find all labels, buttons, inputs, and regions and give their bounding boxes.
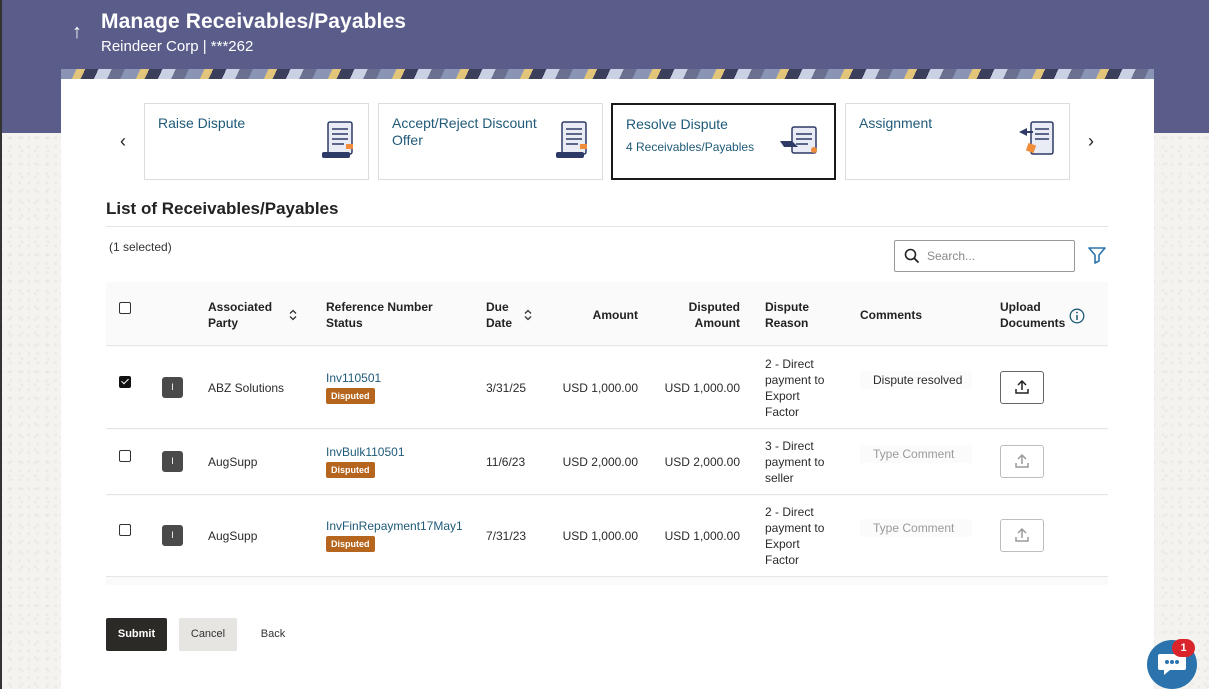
column-header-amount: Amount [592, 308, 638, 322]
card-title: Raise Dispute [158, 115, 246, 131]
cancel-button[interactable]: Cancel [179, 618, 237, 651]
card-title: Resolve Dispute [626, 116, 728, 132]
reference-number-link[interactable]: InvFinRepayment17May1 [326, 519, 463, 533]
status-badge: Disputed [326, 462, 375, 478]
upload-button[interactable] [1000, 371, 1044, 404]
avatar: I [162, 451, 183, 472]
status-badge: Disputed [326, 536, 375, 552]
window-edge [0, 0, 2, 689]
card-title: Accept/Reject Discount Offer [392, 115, 537, 148]
receivables-table: Associated Party Reference Number Status… [106, 282, 1108, 585]
page-subtitle: Reindeer Corp | ***262 [101, 38, 254, 55]
selected-count: (1 selected) [109, 240, 172, 254]
card-title: Assignment [859, 115, 933, 131]
search-icon [904, 248, 920, 264]
back-button[interactable]: Back [250, 618, 296, 651]
upload-icon [1015, 453, 1029, 468]
disputed-amount: USD 1,000.00 [664, 529, 740, 543]
column-header-disputed-amount: Disputed Amount [688, 300, 740, 330]
decorative-banner-strip [61, 69, 1154, 79]
due-date: 3/31/25 [486, 381, 527, 395]
avatar: I [162, 377, 183, 398]
disputed-amount: USD 2,000.00 [664, 455, 740, 469]
filter-icon[interactable] [1087, 246, 1107, 264]
document-list-icon [322, 121, 353, 158]
associated-party: ABZ Solutions [208, 381, 285, 395]
amount: USD 2,000.00 [562, 455, 638, 469]
dispute-reason: 2 - Direct payment to Export Factor [765, 357, 825, 419]
dispute-reason: 3 - Direct payment to seller [765, 439, 825, 485]
amount: USD 1,000.00 [562, 529, 638, 543]
card-resolve-dispute[interactable]: Resolve Dispute 4 Receivables/Payables [611, 103, 836, 180]
document-transfer-icon [1019, 121, 1054, 155]
select-all-checkbox[interactable] [119, 302, 131, 314]
avatar: I [162, 525, 183, 546]
search-box[interactable] [894, 240, 1075, 272]
search-input[interactable] [927, 246, 1067, 266]
disputed-amount: USD 1,000.00 [664, 381, 740, 395]
carousel-next-chevron-icon[interactable]: › [1081, 131, 1101, 151]
dispute-reason: 2 - Direct payment to Export Factor [765, 505, 825, 567]
comment-input[interactable] [860, 445, 972, 463]
chat-notification-badge: 1 [1172, 639, 1195, 657]
document-hand-icon [780, 126, 817, 154]
sort-icon[interactable] [524, 309, 532, 321]
comment-input[interactable] [860, 371, 972, 389]
column-header-associated-party[interactable]: Associated Party [208, 299, 278, 331]
reference-number-link[interactable]: Inv110501 [326, 371, 381, 385]
column-header-reference-number-status: Reference Number Status [326, 300, 433, 330]
sort-icon[interactable] [289, 309, 297, 321]
card-raise-dispute[interactable]: Raise Dispute [144, 103, 369, 180]
column-header-due-date[interactable]: Due Date [486, 299, 520, 331]
table-row: I AugSupp InvBulk110501 Disputed 11/6/23… [106, 430, 1108, 495]
divider [106, 226, 1108, 227]
column-header-comments: Comments [860, 308, 923, 322]
row-checkbox[interactable] [119, 450, 131, 462]
associated-party: AugSupp [208, 529, 258, 543]
row-checkbox[interactable] [119, 524, 131, 536]
card-accept-reject-discount-offer[interactable]: Accept/Reject Discount Offer [378, 103, 603, 180]
list-title: List of Receivables/Payables [106, 199, 339, 218]
document-list-icon [556, 121, 587, 158]
amount: USD 1,000.00 [562, 381, 638, 395]
back-arrow-icon[interactable]: ↑ [66, 20, 88, 44]
page-title: Manage Receivables/Payables [101, 10, 407, 33]
column-header-dispute-reason: Dispute Reason [765, 300, 810, 330]
table-row: I ABZ Solutions Inv110501 Disputed 3/31/… [106, 347, 1108, 429]
associated-party: AugSupp [208, 455, 258, 469]
card-assignment[interactable]: Assignment [845, 103, 1070, 180]
comment-input[interactable] [860, 519, 972, 537]
status-badge: Disputed [326, 388, 375, 404]
due-date: 7/31/23 [486, 529, 527, 543]
upload-icon [1015, 527, 1029, 542]
row-checkbox[interactable] [119, 376, 131, 388]
info-icon[interactable] [1069, 308, 1085, 324]
due-date: 11/6/23 [486, 455, 526, 469]
upload-button[interactable] [1000, 445, 1044, 478]
carousel-prev-chevron-icon[interactable]: ‹ [113, 131, 133, 151]
submit-button[interactable]: Submit [106, 618, 167, 651]
column-header-upload-documents: Upload Documents [1000, 300, 1066, 330]
table-row: I AugSupp InvFinRepayment17May1 Disputed… [106, 496, 1108, 577]
card-count: 4 Receivables/Payables [626, 140, 755, 154]
table-header: Associated Party Reference Number Status… [106, 282, 1108, 346]
reference-number-link[interactable]: InvBulk110501 [326, 445, 405, 459]
upload-icon [1015, 379, 1029, 394]
upload-button[interactable] [1000, 519, 1044, 552]
